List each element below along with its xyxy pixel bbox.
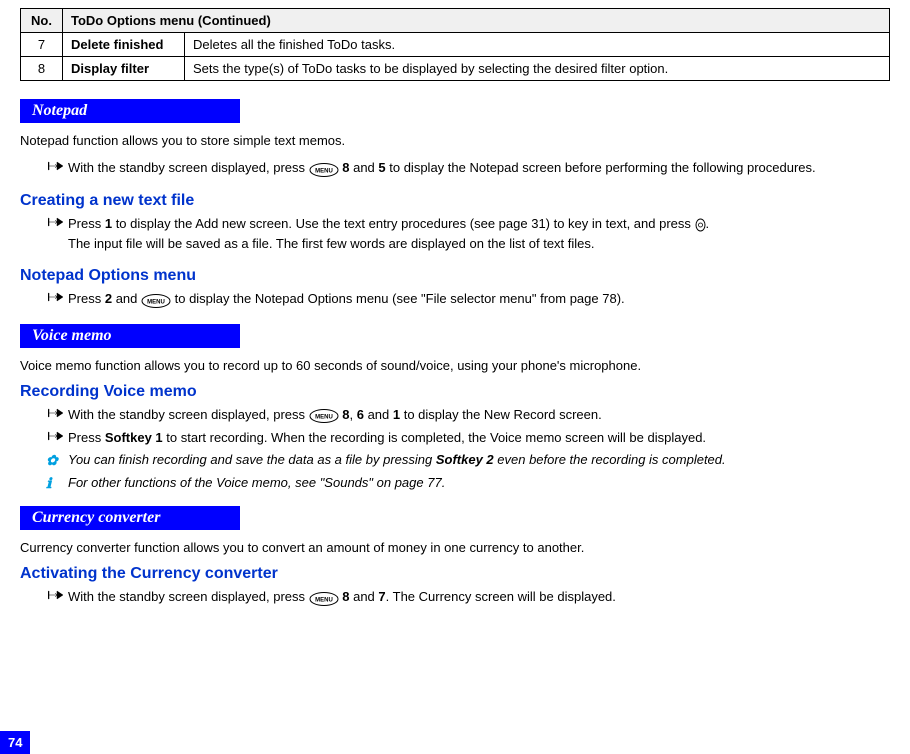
list-item: With the standby screen displayed, press… [48,587,890,607]
svg-text:MENU: MENU [315,415,333,421]
pointer-icon [48,430,64,442]
svg-text:MENU: MENU [315,598,333,604]
table-row: 8 Display filter Sets the type(s) of ToD… [21,57,890,81]
list-item: With the standby screen displayed, press… [48,158,890,178]
list-item: Press 1 to display the Add new screen. U… [48,214,890,253]
heading-activating-currency: Activating the Currency converter [20,565,890,583]
heading-notepad-options: Notepad Options menu [20,267,890,285]
list-item: Press 2 and MENU to display the Notepad … [48,289,890,309]
menu-icon: MENU [141,290,171,310]
currency-intro: Currency converter function allows you t… [20,540,890,555]
hand-tip-icon: ✿ [46,450,58,471]
svg-text:MENU: MENU [315,168,333,174]
todo-options-table: No. ToDo Options menu (Continued) 7 Dele… [20,8,890,81]
menu-icon: MENU [309,588,339,608]
pointer-icon [48,160,64,172]
list-item: ✿ You can finish recording and save the … [48,450,890,470]
pointer-icon [48,291,64,303]
list-item: Press Softkey 1 to start recording. When… [48,428,890,448]
heading-recording-voice-memo: Recording Voice memo [20,383,890,401]
list-item: ℹ For other functions of the Voice memo,… [48,473,890,493]
heading-creating-text-file: Creating a new text file [20,192,890,210]
pointer-icon [48,216,64,228]
pointer-icon [48,589,64,601]
menu-icon: MENU [309,159,339,179]
nav-icon [695,218,706,232]
section-notepad: Notepad [20,99,240,123]
page-number: 74 [0,731,30,754]
list-item: With the standby screen displayed, press… [48,405,890,425]
notepad-intro: Notepad function allows you to store sim… [20,133,890,148]
pointer-icon [48,407,64,419]
section-voice-memo: Voice memo [20,324,240,348]
voicememo-intro: Voice memo function allows you to record… [20,358,890,373]
table-header-menu: ToDo Options menu (Continued) [63,9,890,33]
info-tip-icon: ℹ [46,473,51,494]
table-row: 7 Delete finished Deletes all the finish… [21,33,890,57]
svg-text:MENU: MENU [147,300,165,306]
menu-icon: MENU [309,405,339,425]
table-header-no: No. [21,9,63,33]
section-currency-converter: Currency converter [20,506,240,530]
